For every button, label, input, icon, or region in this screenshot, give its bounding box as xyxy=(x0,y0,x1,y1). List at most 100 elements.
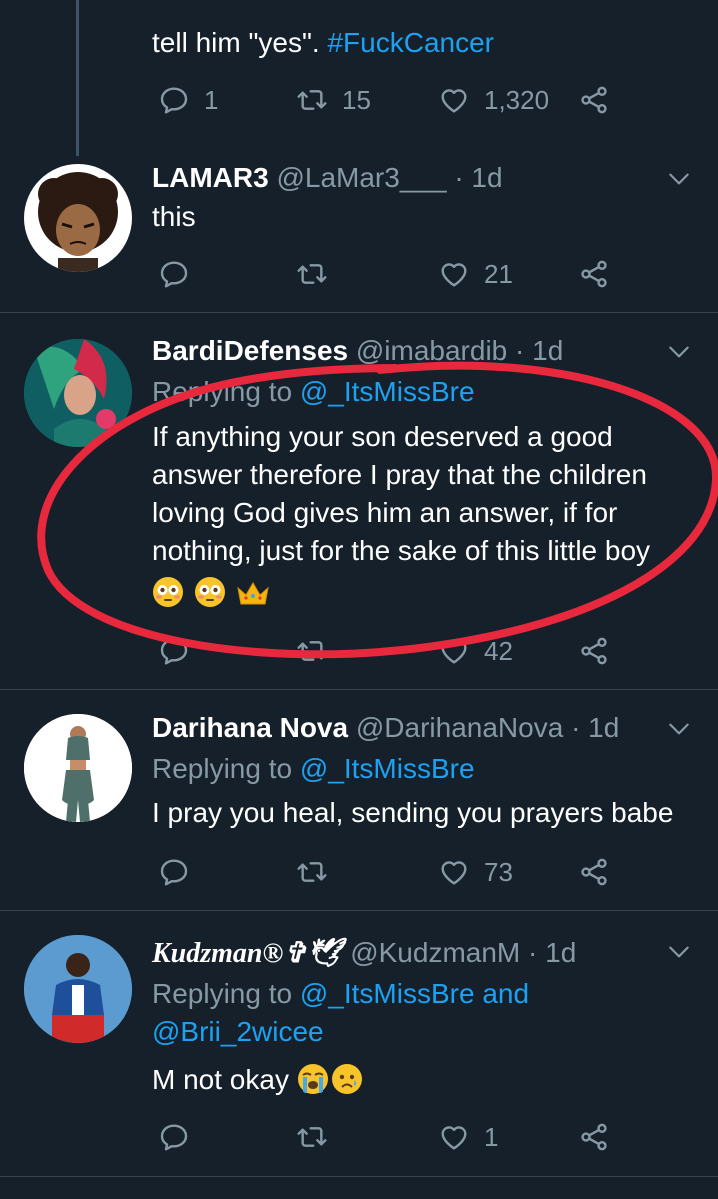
tweet-0[interactable]: tell him "yes". #FuckCancer 1 15 1,320 xyxy=(0,0,718,156)
chevron-down-icon[interactable] xyxy=(666,166,692,192)
heart-icon xyxy=(438,1121,470,1153)
flushed-face-emoji xyxy=(153,577,183,607)
share-button[interactable] xyxy=(578,254,610,294)
tweet-1[interactable]: LAMAR3 @LaMar3___ · 1d this 21 xyxy=(0,156,718,312)
avatar-image xyxy=(24,714,132,822)
mention-link[interactable]: @Brii_2wicee xyxy=(152,1016,324,1047)
display-name[interactable]: LAMAR3 xyxy=(152,162,269,193)
timestamp[interactable]: · 1d xyxy=(571,712,619,743)
reply-button[interactable] xyxy=(158,1117,190,1157)
tweet-actions: 42 xyxy=(152,631,622,671)
crown-emoji xyxy=(236,582,269,605)
timestamp[interactable]: · 1d xyxy=(454,162,502,193)
tweet-text: M not okay xyxy=(152,1061,702,1099)
retweet-button[interactable] xyxy=(296,254,328,294)
replying-to-label: Replying to xyxy=(152,376,300,407)
avatar-image xyxy=(24,339,132,447)
like-button[interactable]: 1 xyxy=(438,1117,498,1157)
retweet-button[interactable] xyxy=(296,631,328,671)
tweet-actions: 73 xyxy=(152,852,622,892)
tweet-header: Darihana Nova @DarihanaNova · 1d xyxy=(152,710,619,746)
retweet-icon xyxy=(296,856,328,888)
retweet-button[interactable]: 15 xyxy=(296,80,371,120)
chevron-down-icon[interactable] xyxy=(666,339,692,365)
share-icon xyxy=(578,1121,610,1153)
like-button[interactable]: 42 xyxy=(438,631,513,671)
reply-count: 1 xyxy=(204,84,219,115)
share-button[interactable] xyxy=(578,1117,610,1157)
tweet-text: tell him "yes". #FuckCancer xyxy=(152,24,702,62)
reply-button[interactable] xyxy=(158,254,190,294)
reply-icon xyxy=(158,258,190,290)
emoji-row xyxy=(152,574,712,612)
like-count: 73 xyxy=(484,856,513,887)
like-count: 1 xyxy=(484,1121,499,1152)
tweet-text-line: loving God gives him an answer, if for xyxy=(152,497,618,528)
retweet-button[interactable] xyxy=(296,1117,328,1157)
timestamp[interactable]: · 1d xyxy=(528,937,576,968)
retweet-icon xyxy=(296,635,328,667)
retweet-icon xyxy=(296,258,328,290)
like-button[interactable]: 1,320 xyxy=(438,80,549,120)
reply-icon xyxy=(158,635,190,667)
user-handle[interactable]: @KudzmanM xyxy=(350,937,520,968)
like-button[interactable]: 73 xyxy=(438,852,513,892)
mention-link[interactable]: @_ItsMissBre xyxy=(300,376,475,407)
display-name[interactable]: Darihana Nova xyxy=(152,712,348,743)
tweet-actions: 1 15 1,320 xyxy=(152,80,622,120)
reply-button[interactable]: 1 xyxy=(158,80,218,120)
avatar-image xyxy=(24,935,132,1043)
share-button[interactable] xyxy=(578,631,610,671)
avatar[interactable] xyxy=(24,935,132,1043)
tweet-2[interactable]: BardiDefenses @imabardib · 1d Replying t… xyxy=(0,313,718,689)
display-name[interactable]: BardiDefenses xyxy=(152,335,348,366)
tweet-text-line: nothing, just for the sake of this littl… xyxy=(152,535,651,566)
avatar[interactable] xyxy=(24,164,132,272)
retweet-button[interactable] xyxy=(296,852,328,892)
share-button[interactable] xyxy=(578,80,610,120)
tweet-header: LAMAR3 @LaMar3___ · 1d xyxy=(152,160,503,196)
tweet-text-body: M not okay xyxy=(152,1064,289,1095)
replying-and-label: and xyxy=(474,978,530,1009)
reply-icon xyxy=(158,856,190,888)
like-button[interactable]: 21 xyxy=(438,254,513,294)
tweet-header: Kudzman®✞🕊 @KudzmanM · 1d xyxy=(152,935,576,972)
reply-button[interactable] xyxy=(158,631,190,671)
heart-icon xyxy=(438,258,470,290)
tweet-text-line: If anything your son deserved a good xyxy=(152,421,613,452)
reply-button[interactable] xyxy=(158,852,190,892)
user-handle[interactable]: @imabardib xyxy=(356,335,507,366)
share-button[interactable] xyxy=(578,852,610,892)
mention-link[interactable]: @_ItsMissBre xyxy=(300,753,475,784)
tweet-text-body: tell him "yes". xyxy=(152,27,328,58)
retweet-icon xyxy=(296,84,328,116)
heart-icon xyxy=(438,856,470,888)
replying-to-line: Replying to @_ItsMissBre xyxy=(152,750,475,788)
timestamp[interactable]: · 1d xyxy=(515,335,563,366)
sad-face-emoji xyxy=(331,1064,362,1094)
like-count: 1,320 xyxy=(484,84,550,115)
replying-to-label: Replying to xyxy=(152,753,300,784)
chevron-down-icon[interactable] xyxy=(666,716,692,742)
user-handle[interactable]: @LaMar3___ xyxy=(276,162,446,193)
tweet-4[interactable]: Kudzman®✞🕊 @KudzmanM · 1d Replying to @_… xyxy=(0,911,718,1175)
tweet-3[interactable]: Darihana Nova @DarihanaNova · 1d Replyin… xyxy=(0,690,718,910)
heart-icon xyxy=(438,84,470,116)
replying-to-label: Replying to xyxy=(152,978,300,1009)
hashtag-link[interactable]: #FuckCancer xyxy=(327,27,494,58)
mention-link[interactable]: @_ItsMissBre xyxy=(300,978,475,1009)
avatar[interactable] xyxy=(24,714,132,822)
display-name[interactable]: Kudzman®✞🕊 xyxy=(152,938,342,969)
thread-connector-line xyxy=(76,0,79,156)
like-count: 21 xyxy=(484,258,513,289)
user-handle[interactable]: @DarihanaNova xyxy=(356,712,563,743)
tweet-text: If anything your son deserved a good ans… xyxy=(152,418,712,612)
share-icon xyxy=(578,635,610,667)
replying-to-line: Replying to @_ItsMissBre xyxy=(152,373,475,411)
tweet-header: BardiDefenses @imabardib · 1d xyxy=(152,333,563,369)
tweet-actions: 1 xyxy=(152,1117,622,1157)
tweet-actions: 21 xyxy=(152,254,622,294)
chevron-down-icon[interactable] xyxy=(666,939,692,965)
heart-icon xyxy=(438,635,470,667)
avatar[interactable] xyxy=(24,339,132,447)
